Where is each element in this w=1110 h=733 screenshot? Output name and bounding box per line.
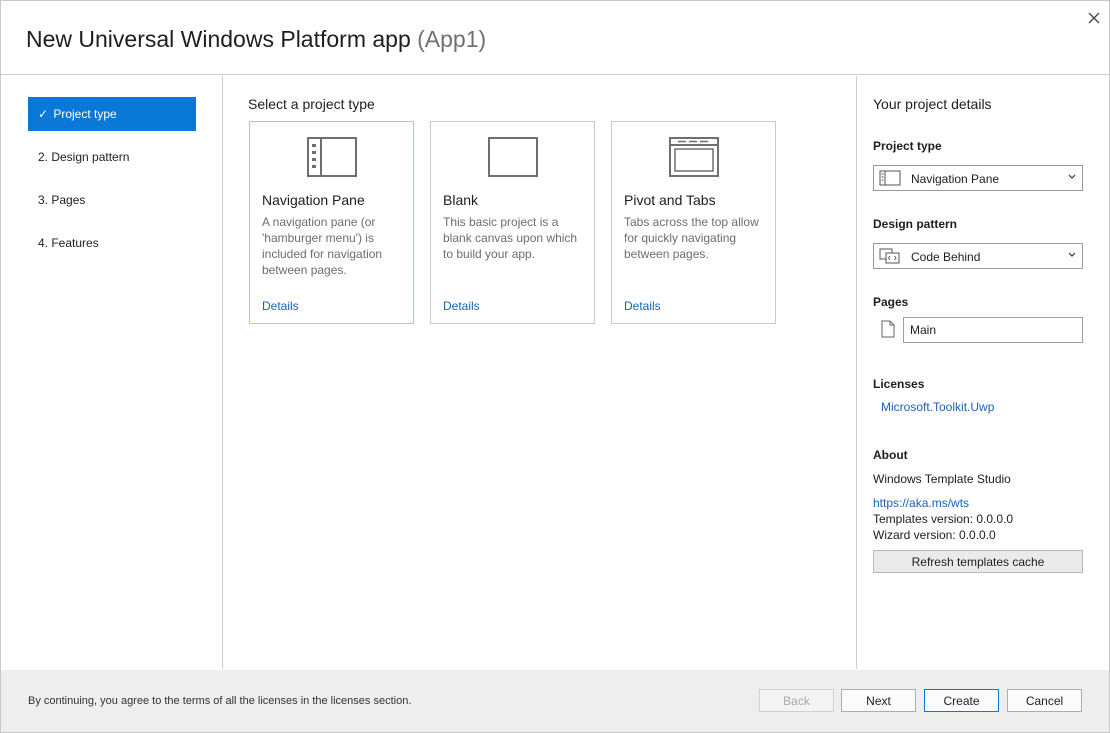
license-link[interactable]: Microsoft.Toolkit.Uwp [881,400,994,414]
design-pattern-label: Design pattern [873,217,958,231]
step-label: 3. Pages [38,193,86,207]
refresh-templates-button[interactable]: Refresh templates cache [873,550,1083,573]
section-title: Select a project type [248,96,375,112]
blank-icon [488,137,538,177]
project-details-panel: Your project details Project type Naviga… [856,76,1109,669]
card-title: Pivot and Tabs [624,192,716,208]
details-link[interactable]: Details [262,299,299,313]
design-pattern-select[interactable]: Code Behind [873,243,1083,269]
next-button[interactable]: Next [841,689,916,712]
details-link[interactable]: Details [443,299,480,313]
details-link[interactable]: Details [624,299,661,313]
back-button[interactable]: Back [759,689,834,712]
cancel-button[interactable]: Cancel [1007,689,1082,712]
license-note: By continuing, you agree to the terms of… [28,695,412,707]
step-pages[interactable]: 3. Pages [28,183,196,217]
title-text: New Universal Windows Platform app [26,26,411,52]
templates-version: Templates version: 0.0.0.0 [873,512,1014,526]
card-description: A navigation pane (or 'hamburger menu') … [262,215,383,277]
navigation-pane-icon [879,170,901,186]
app-name: (App1) [417,26,487,52]
about-name: Windows Template Studio [873,472,1011,486]
dialog-footer: By continuing, you agree to the terms of… [1,670,1109,732]
card-title: Navigation Pane [262,192,365,208]
step-project-type[interactable]: ✓ Project type [28,97,196,131]
close-icon[interactable] [1083,7,1105,29]
code-behind-icon [879,248,900,264]
project-type-label: Project type [873,139,942,153]
step-label: Project type [53,107,117,121]
step-label: 4. Features [38,236,99,250]
pages-label: Pages [873,295,909,309]
project-type-select[interactable]: Navigation Pane [873,165,1083,191]
dialog-header: New Universal Windows Platform app (App1… [1,1,1109,75]
wts-link[interactable]: https://aka.ms/wts [873,496,969,510]
navigation-pane-icon [307,137,357,177]
wizard-version: Wizard version: 0.0.0.0 [873,528,996,542]
licenses-label: Licenses [873,377,925,391]
step-design-pattern[interactable]: 2. Design pattern [28,140,196,174]
pivot-tabs-icon [669,137,719,177]
card-pivot-tabs[interactable]: Pivot and Tabs Tabs across the top allow… [611,121,776,324]
page-name-input[interactable] [903,317,1083,343]
chevron-down-icon [1068,252,1076,257]
chevron-down-icon [1068,174,1076,179]
project-type-panel: Select a project type Navigation Pane A … [224,76,855,669]
project-type-value: Navigation Pane [911,172,1000,186]
wizard-steps: ✓ Project type 2. Design pattern 3. Page… [1,76,223,669]
card-blank[interactable]: Blank This basic project is a blank canv… [430,121,595,324]
about-label: About [873,448,908,462]
details-header: Your project details [873,96,992,112]
card-description: Tabs across the top allow for quickly na… [624,215,759,261]
create-button[interactable]: Create [924,689,999,712]
card-description: This basic project is a blank canvas upo… [443,215,578,261]
card-title: Blank [443,192,479,208]
dialog-title: New Universal Windows Platform app (App1… [26,26,486,53]
step-features[interactable]: 4. Features [28,226,196,260]
page-icon [881,320,895,338]
design-pattern-value: Code Behind [911,250,981,264]
step-label: 2. Design pattern [38,150,130,164]
card-navigation-pane[interactable]: Navigation Pane A navigation pane (or 'h… [249,121,414,324]
wizard-window: New Universal Windows Platform app (App1… [0,0,1110,733]
checkmark-icon: ✓ [38,107,49,121]
